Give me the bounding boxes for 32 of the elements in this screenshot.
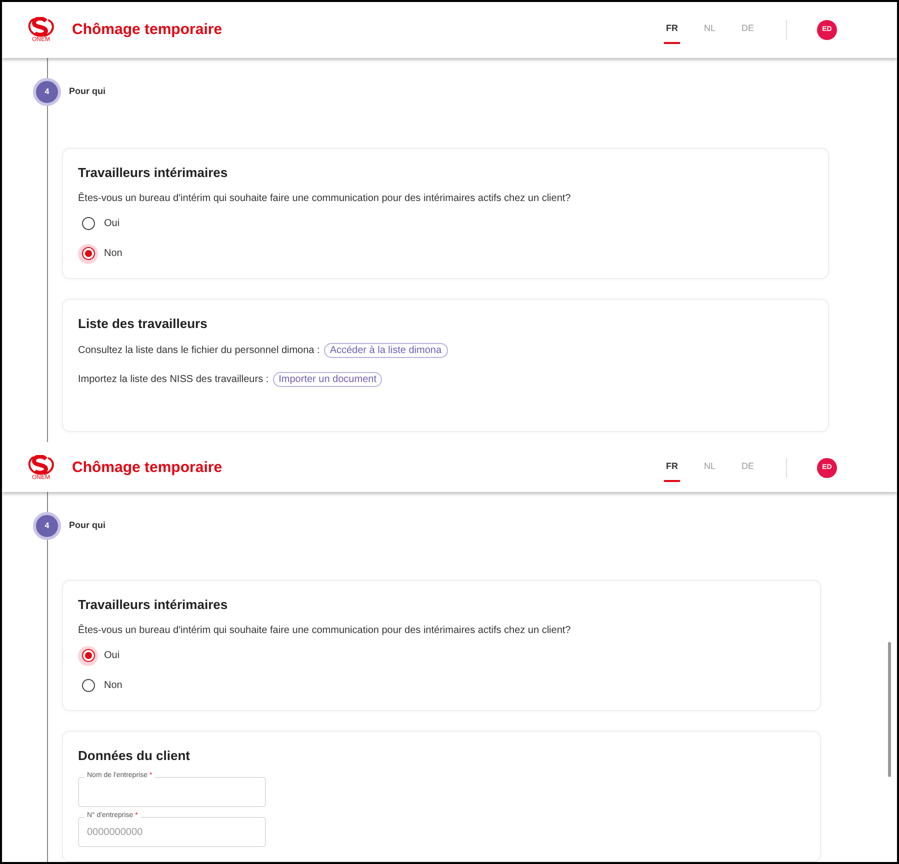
language-tab[interactable]: FR <box>664 16 680 44</box>
question-text: Êtes-vous un bureau d'intérim qui souhaite faire une communication pour des intérimaires actifs chez un client? <box>78 191 572 206</box>
question-text: Êtes-vous un bureau d'intérim qui souhaite faire une communication pour des intérimaires actifs chez un client? <box>78 623 572 638</box>
step-label: Pour qui <box>69 85 106 98</box>
radio-button[interactable] <box>78 244 98 264</box>
radio-label: Oui <box>104 649 120 663</box>
app-title: Chômage temporaire <box>72 458 222 478</box>
logo-icon <box>26 17 56 37</box>
language-tab[interactable]: DE <box>739 16 756 44</box>
radio-label: Non <box>104 679 122 693</box>
card-title: Travailleurs intérimaires <box>78 164 229 182</box>
card-title: Travailleurs intérimaires <box>78 596 229 614</box>
language-tab[interactable]: NL <box>702 16 718 44</box>
outline-button[interactable]: Accéder à la liste dimona <box>324 343 448 358</box>
logo-icon <box>26 455 56 475</box>
step-label: Pour qui <box>69 519 106 532</box>
card-title: Liste des travailleurs <box>78 314 208 332</box>
radio-button[interactable] <box>78 646 98 666</box>
step-number: 4 <box>33 512 61 540</box>
radio-label: Non <box>104 247 122 261</box>
app-title: Chômage temporaire <box>72 20 222 40</box>
language-tab[interactable]: DE <box>739 454 756 482</box>
scrollbar[interactable] <box>888 642 891 777</box>
instruction-text: Consultez la liste dans le fichier du personnel dimona : <box>78 344 320 358</box>
outline-button[interactable]: Importer un document <box>272 372 382 387</box>
step-number: 4 <box>33 78 61 106</box>
input-field[interactable]: 0000000000 <box>78 817 266 847</box>
language-tab[interactable]: FR <box>664 454 680 482</box>
radio-label: Oui <box>104 217 120 231</box>
instruction-text: Importez la liste des NISS des travailleurs : <box>78 373 269 387</box>
card-title: Données du client <box>78 746 191 764</box>
language-tab[interactable]: NL <box>702 454 718 482</box>
